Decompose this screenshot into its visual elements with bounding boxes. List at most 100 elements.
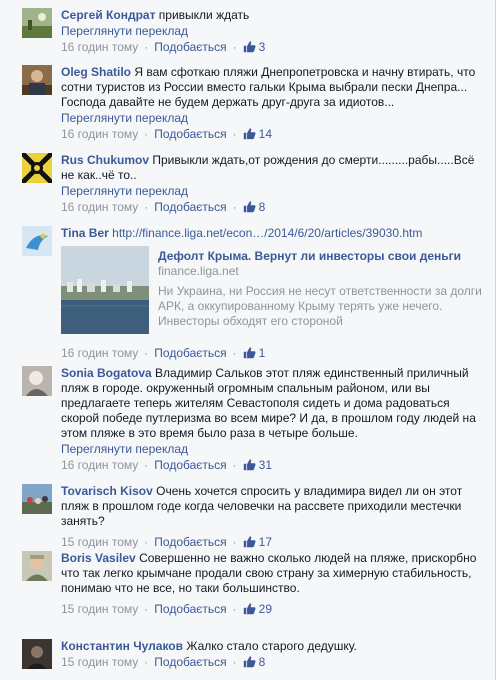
separator-dot: · [144, 655, 149, 669]
separator-dot: · [232, 346, 237, 360]
comment-text: Константин Чулаков Жалко стало старого д… [61, 639, 482, 654]
comment-message: Жалко стало старого дедушку. [186, 639, 357, 653]
separator-dot: · [144, 535, 149, 549]
preview-domain: finance.liga.net [158, 264, 239, 278]
like-count-value: 17 [258, 535, 273, 549]
comment-text: Boris Vasilev Совершенно не важно скольк… [61, 551, 482, 596]
like-count-value: 8 [258, 655, 266, 669]
thumbs-up-icon [243, 41, 256, 53]
like-count[interactable]: 8 [243, 655, 266, 669]
comment-timestamp[interactable]: 15 годин тому [61, 535, 138, 549]
comment-meta: 15 годин тому · Подобається · 29 [61, 602, 482, 617]
comment-author[interactable]: Tovarisch Kisov [61, 484, 153, 498]
like-button[interactable]: Подобається [154, 40, 226, 54]
comment-author[interactable]: Константин Чулаков [61, 639, 183, 653]
dark-avatar[interactable] [22, 639, 52, 669]
landscape-avatar[interactable] [22, 8, 52, 38]
comment-timestamp[interactable]: 15 годин тому [61, 602, 138, 616]
comment-timestamp[interactable]: 16 годин тому [61, 346, 138, 360]
separator-dot: · [232, 127, 237, 141]
like-button[interactable]: Подобається [154, 200, 226, 214]
separator-dot: · [144, 346, 149, 360]
link-preview[interactable]: Дефолт Крыма. Вернут ли инвесторы свои д… [61, 246, 482, 334]
like-count[interactable]: 3 [243, 40, 266, 54]
bird-avatar[interactable] [22, 226, 52, 256]
comment-author[interactable]: Tina Ber [61, 226, 109, 240]
separator-dot: · [144, 40, 149, 54]
like-button[interactable]: Подобається [154, 602, 226, 616]
comment-text: Tovarisch Kisov Очень хочется спросить у… [61, 484, 482, 529]
separator-dot: · [232, 200, 237, 214]
like-count-value: 14 [258, 127, 273, 141]
comment-meta: 16 годин тому · Подобається · 14 [61, 127, 482, 142]
like-count[interactable]: 8 [243, 200, 266, 214]
comment-timestamp[interactable]: 16 годин тому [61, 200, 138, 214]
comment-meta: 16 годин тому · Подобається · 31 [61, 458, 482, 473]
comment-text: Сергей Кондрат привыкли ждать [61, 8, 482, 23]
like-count[interactable]: 17 [243, 535, 272, 549]
comment-author[interactable]: Oleg Shatilo [61, 65, 131, 79]
separator-dot: · [144, 458, 149, 472]
like-count[interactable]: 14 [243, 127, 272, 141]
comment-meta: 15 годин тому · Подобається · 17 [61, 535, 482, 550]
comment-meta: 16 годин тому · Подобається · 3 [61, 40, 482, 55]
like-button[interactable]: Подобається [154, 127, 226, 141]
preview-title[interactable]: Дефолт Крыма. Вернут ли инвесторы свои д… [158, 248, 482, 264]
thumbs-up-icon [243, 128, 256, 140]
see-translation-link[interactable]: Переглянути переклад [61, 442, 482, 457]
comment-message: привыкли ждать [158, 8, 250, 22]
comment-timestamp[interactable]: 16 годин тому [61, 40, 138, 54]
separator-dot: · [144, 127, 149, 141]
coastal-city-image[interactable] [61, 246, 149, 334]
comment-timestamp[interactable]: 15 годин тому [61, 655, 138, 669]
emblem-avatar[interactable] [22, 153, 52, 183]
separator-dot: · [232, 602, 237, 616]
like-count-value: 29 [258, 602, 273, 616]
thumbs-up-icon [243, 603, 256, 615]
preview-description: Ни Украина, ни Россия не несут ответстве… [158, 284, 482, 328]
comment-meta: 16 годин тому · Подобається · 1 [61, 346, 482, 361]
see-translation-link[interactable]: Переглянути переклад [61, 111, 482, 126]
like-button[interactable]: Подобається [154, 655, 226, 669]
see-translation-link[interactable]: Переглянути переклад [61, 24, 482, 39]
comment-meta: 15 годин тому · Подобається · 8 [61, 655, 482, 670]
thumbs-up-icon [243, 347, 256, 359]
man-avatar[interactable] [22, 551, 52, 581]
comment-text: Rus Chukumov Привыкли ждать,от рождения … [61, 153, 482, 183]
thumbs-up-icon [243, 201, 256, 213]
comment-author[interactable]: Boris Vasilev [61, 551, 136, 565]
like-count[interactable]: 31 [243, 458, 272, 472]
person-avatar[interactable] [22, 65, 52, 95]
crowd-avatar[interactable] [22, 484, 52, 514]
like-count-value: 8 [258, 200, 266, 214]
thumbs-up-icon [243, 656, 256, 668]
like-button[interactable]: Подобається [154, 535, 226, 549]
comment-meta: 16 годин тому · Подобається · 8 [61, 200, 482, 215]
like-count-value: 1 [258, 346, 266, 360]
like-button[interactable]: Подобається [154, 458, 226, 472]
comment-author[interactable]: Rus Chukumov [61, 153, 149, 167]
comment-timestamp[interactable]: 16 годин тому [61, 458, 138, 472]
shared-link[interactable]: http://finance.liga.net/econ…/2014/6/20/… [112, 226, 422, 240]
separator-dot: · [144, 200, 149, 214]
comment-timestamp[interactable]: 16 годин тому [61, 127, 138, 141]
comment-author[interactable]: Sonia Bogatova [61, 366, 152, 380]
separator-dot: · [232, 655, 237, 669]
comment-text: Oleg Shatilo Я вам сфоткаю пляжи Днепроп… [61, 65, 482, 110]
comments-thread: Сергей Кондрат привыкли ждать Переглянут… [0, 0, 496, 680]
separator-dot: · [144, 602, 149, 616]
like-count-value: 31 [258, 458, 273, 472]
thumbs-up-icon [243, 459, 256, 471]
thumbs-up-icon [243, 536, 256, 548]
like-count[interactable]: 29 [243, 602, 272, 616]
comment-text: Tina Ber http://finance.liga.net/econ…/2… [61, 226, 482, 241]
separator-dot: · [232, 40, 237, 54]
like-button[interactable]: Подобається [154, 346, 226, 360]
profile-avatar[interactable] [22, 366, 52, 396]
separator-dot: · [232, 535, 237, 549]
like-count[interactable]: 1 [243, 346, 266, 360]
like-count-value: 3 [258, 40, 266, 54]
see-translation-link[interactable]: Переглянути переклад [61, 184, 482, 199]
separator-dot: · [232, 458, 237, 472]
comment-author[interactable]: Сергей Кондрат [61, 8, 155, 22]
